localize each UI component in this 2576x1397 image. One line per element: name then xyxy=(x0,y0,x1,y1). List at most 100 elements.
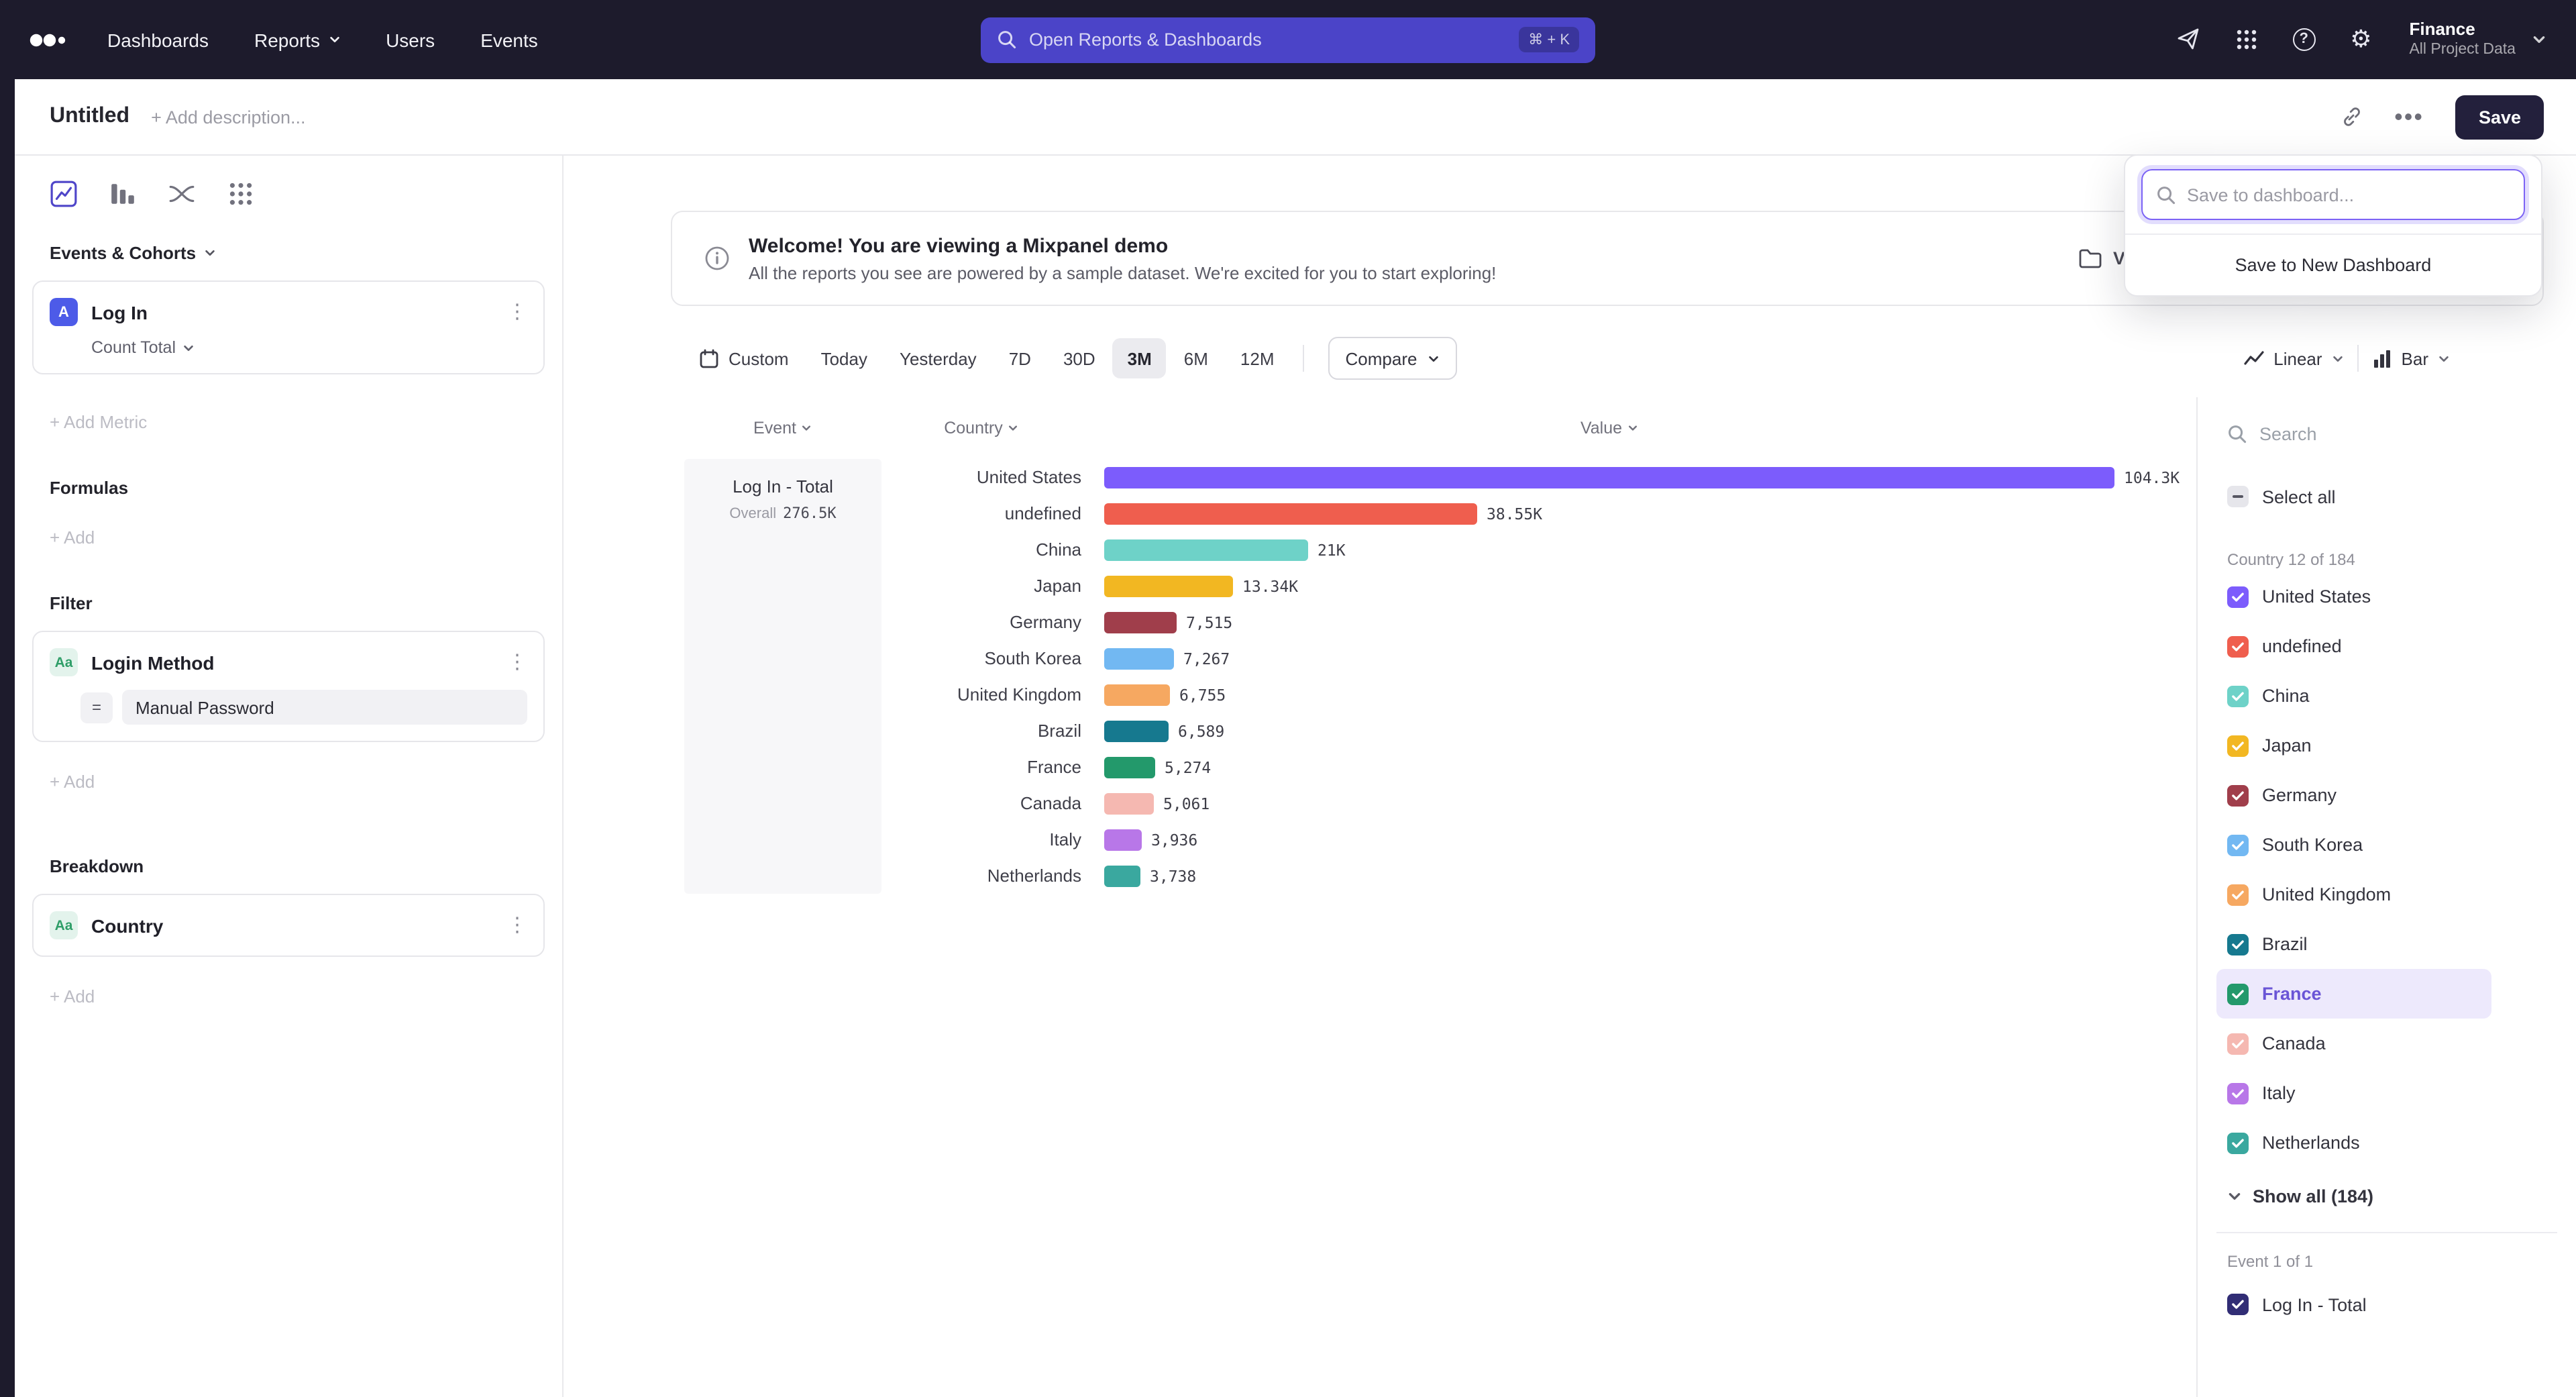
chart-type-dropdown[interactable]: Bar xyxy=(2372,348,2450,368)
legend-event-checkbox[interactable] xyxy=(2227,1294,2249,1315)
legend-item-china[interactable]: China xyxy=(2216,671,2491,721)
legend-item-united-kingdom[interactable]: United Kingdom xyxy=(2216,870,2491,919)
more-ellipsis-icon[interactable]: ••• xyxy=(2394,103,2424,131)
legend-event-row[interactable]: Log In - Total xyxy=(2216,1284,2557,1325)
legend-search[interactable] xyxy=(2216,411,2557,456)
nav-item-reports[interactable]: Reports xyxy=(254,29,340,50)
line-mode-dropdown[interactable]: Linear xyxy=(2243,348,2343,369)
value-bar[interactable] xyxy=(1104,611,1177,633)
apps-grid-icon[interactable] xyxy=(2235,28,2257,51)
checkbox[interactable] xyxy=(2227,983,2249,1004)
legend-item-netherlands[interactable]: Netherlands xyxy=(2216,1118,2491,1168)
copy-link-icon[interactable] xyxy=(2339,105,2362,128)
legend-item-undefined[interactable]: undefined xyxy=(2216,621,2491,671)
breakdown-property-name[interactable]: Country xyxy=(91,915,163,936)
range-6m-button[interactable]: 6M xyxy=(1169,338,1223,378)
settings-gear-icon[interactable]: ⚙ xyxy=(2350,28,2371,52)
kebab-menu-icon[interactable]: ⋮ xyxy=(507,652,527,672)
tab-insights-icon[interactable] xyxy=(50,180,78,208)
range-yesterday-button[interactable]: Yesterday xyxy=(885,338,991,378)
save-dashboard-search[interactable] xyxy=(2141,169,2525,220)
range-12m-button[interactable]: 12M xyxy=(1226,338,1289,378)
save-to-new-dashboard-item[interactable]: Save to New Dashboard xyxy=(2125,235,2541,295)
select-all-row[interactable]: Select all xyxy=(2216,486,2557,507)
value-bar[interactable] xyxy=(1104,865,1140,886)
add-metric-button[interactable]: + Add Metric xyxy=(50,412,562,432)
range-custom-button[interactable]: Custom xyxy=(684,338,804,378)
add-filter-button[interactable]: + Add xyxy=(50,772,562,792)
legend-search-input[interactable] xyxy=(2259,423,2514,444)
chevron-down-icon[interactable] xyxy=(2532,32,2546,47)
range-7d-button[interactable]: 7D xyxy=(994,338,1046,378)
add-breakdown-button[interactable]: + Add xyxy=(50,986,562,1006)
value-bar[interactable] xyxy=(1104,684,1170,705)
value-bar[interactable] xyxy=(1104,503,1477,524)
filter-value-field[interactable]: Manual Password xyxy=(122,690,527,725)
help-icon[interactable]: ? xyxy=(2292,28,2315,51)
value-bar[interactable] xyxy=(1104,648,1174,669)
event-series-cell[interactable]: Log In - Total Overall276.5K xyxy=(684,459,881,894)
legend-item-brazil[interactable]: Brazil xyxy=(2216,919,2491,969)
filter-card[interactable]: Aa Login Method ⋮ = Manual Password xyxy=(32,631,545,742)
global-search-button[interactable]: Open Reports & Dashboards ⌘ + K xyxy=(981,17,1595,62)
nav-item-dashboards[interactable]: Dashboards xyxy=(107,29,209,50)
country-column-header[interactable]: Country xyxy=(881,419,1081,437)
mixpanel-logo[interactable] xyxy=(30,30,70,49)
value-bar[interactable] xyxy=(1104,539,1308,560)
compare-button[interactable]: Compare xyxy=(1328,337,1458,380)
event-column-header[interactable]: Event xyxy=(684,419,881,437)
value-bar[interactable] xyxy=(1104,792,1154,814)
checkbox[interactable] xyxy=(2227,884,2249,905)
checkbox[interactable] xyxy=(2227,586,2249,607)
legend-item-japan[interactable]: Japan xyxy=(2216,721,2491,770)
value-column-header[interactable]: Value xyxy=(1104,419,2114,437)
checkbox[interactable] xyxy=(2227,834,2249,856)
tab-flows-icon[interactable] xyxy=(168,180,196,208)
value-bar[interactable] xyxy=(1104,720,1169,741)
add-description-button[interactable]: + Add description... xyxy=(151,107,305,127)
breakdown-card[interactable]: Aa Country ⋮ xyxy=(32,894,545,957)
send-icon[interactable] xyxy=(2176,28,2200,52)
metric-aggregation-dropdown[interactable]: Count Total xyxy=(91,338,527,357)
value-bar[interactable] xyxy=(1104,575,1233,597)
tab-funnels-icon[interactable] xyxy=(109,180,137,208)
value-bar[interactable] xyxy=(1104,829,1142,850)
project-switcher[interactable]: Finance All Project Data xyxy=(2409,19,2516,61)
report-title[interactable]: Untitled xyxy=(50,105,129,129)
checkbox[interactable] xyxy=(2227,685,2249,707)
banner-action-button[interactable]: V xyxy=(2078,248,2125,269)
checkbox[interactable] xyxy=(2227,933,2249,955)
events-cohorts-section[interactable]: Events & Cohorts xyxy=(50,243,562,263)
legend-item-italy[interactable]: Italy xyxy=(2216,1068,2491,1118)
show-all-button[interactable]: Show all (184) xyxy=(2216,1176,2557,1216)
tab-retention-icon[interactable] xyxy=(227,180,255,208)
legend-item-germany[interactable]: Germany xyxy=(2216,770,2491,820)
value-bar[interactable] xyxy=(1104,466,2114,488)
legend-item-canada[interactable]: Canada xyxy=(2216,1019,2491,1068)
checkbox[interactable] xyxy=(2227,635,2249,657)
nav-item-users[interactable]: Users xyxy=(386,29,435,50)
nav-item-events[interactable]: Events xyxy=(480,29,538,50)
save-dashboard-input[interactable] xyxy=(2187,185,2510,205)
legend-item-france[interactable]: France xyxy=(2216,969,2491,1019)
checkbox[interactable] xyxy=(2227,784,2249,806)
filter-operator-button[interactable]: = xyxy=(80,692,113,723)
legend-item-united-states[interactable]: United States xyxy=(2216,572,2491,621)
range-3m-button[interactable]: 3M xyxy=(1113,338,1167,378)
legend-item-south-korea[interactable]: South Korea xyxy=(2216,820,2491,870)
checkbox[interactable] xyxy=(2227,735,2249,756)
metric-card[interactable]: A Log In ⋮ Count Total xyxy=(32,280,545,374)
add-formula-button[interactable]: + Add xyxy=(50,527,562,548)
checkbox[interactable] xyxy=(2227,1132,2249,1153)
kebab-menu-icon[interactable]: ⋮ xyxy=(507,915,527,935)
checkbox[interactable] xyxy=(2227,1082,2249,1104)
save-button[interactable]: Save xyxy=(2456,95,2544,139)
kebab-menu-icon[interactable]: ⋮ xyxy=(507,302,527,322)
select-all-checkbox[interactable] xyxy=(2227,486,2249,507)
range-30d-button[interactable]: 30D xyxy=(1049,338,1110,378)
metric-name[interactable]: Log In xyxy=(91,301,148,323)
value-bar[interactable] xyxy=(1104,756,1155,778)
filter-property-name[interactable]: Login Method xyxy=(91,652,215,673)
checkbox[interactable] xyxy=(2227,1033,2249,1054)
range-today-button[interactable]: Today xyxy=(806,338,882,378)
